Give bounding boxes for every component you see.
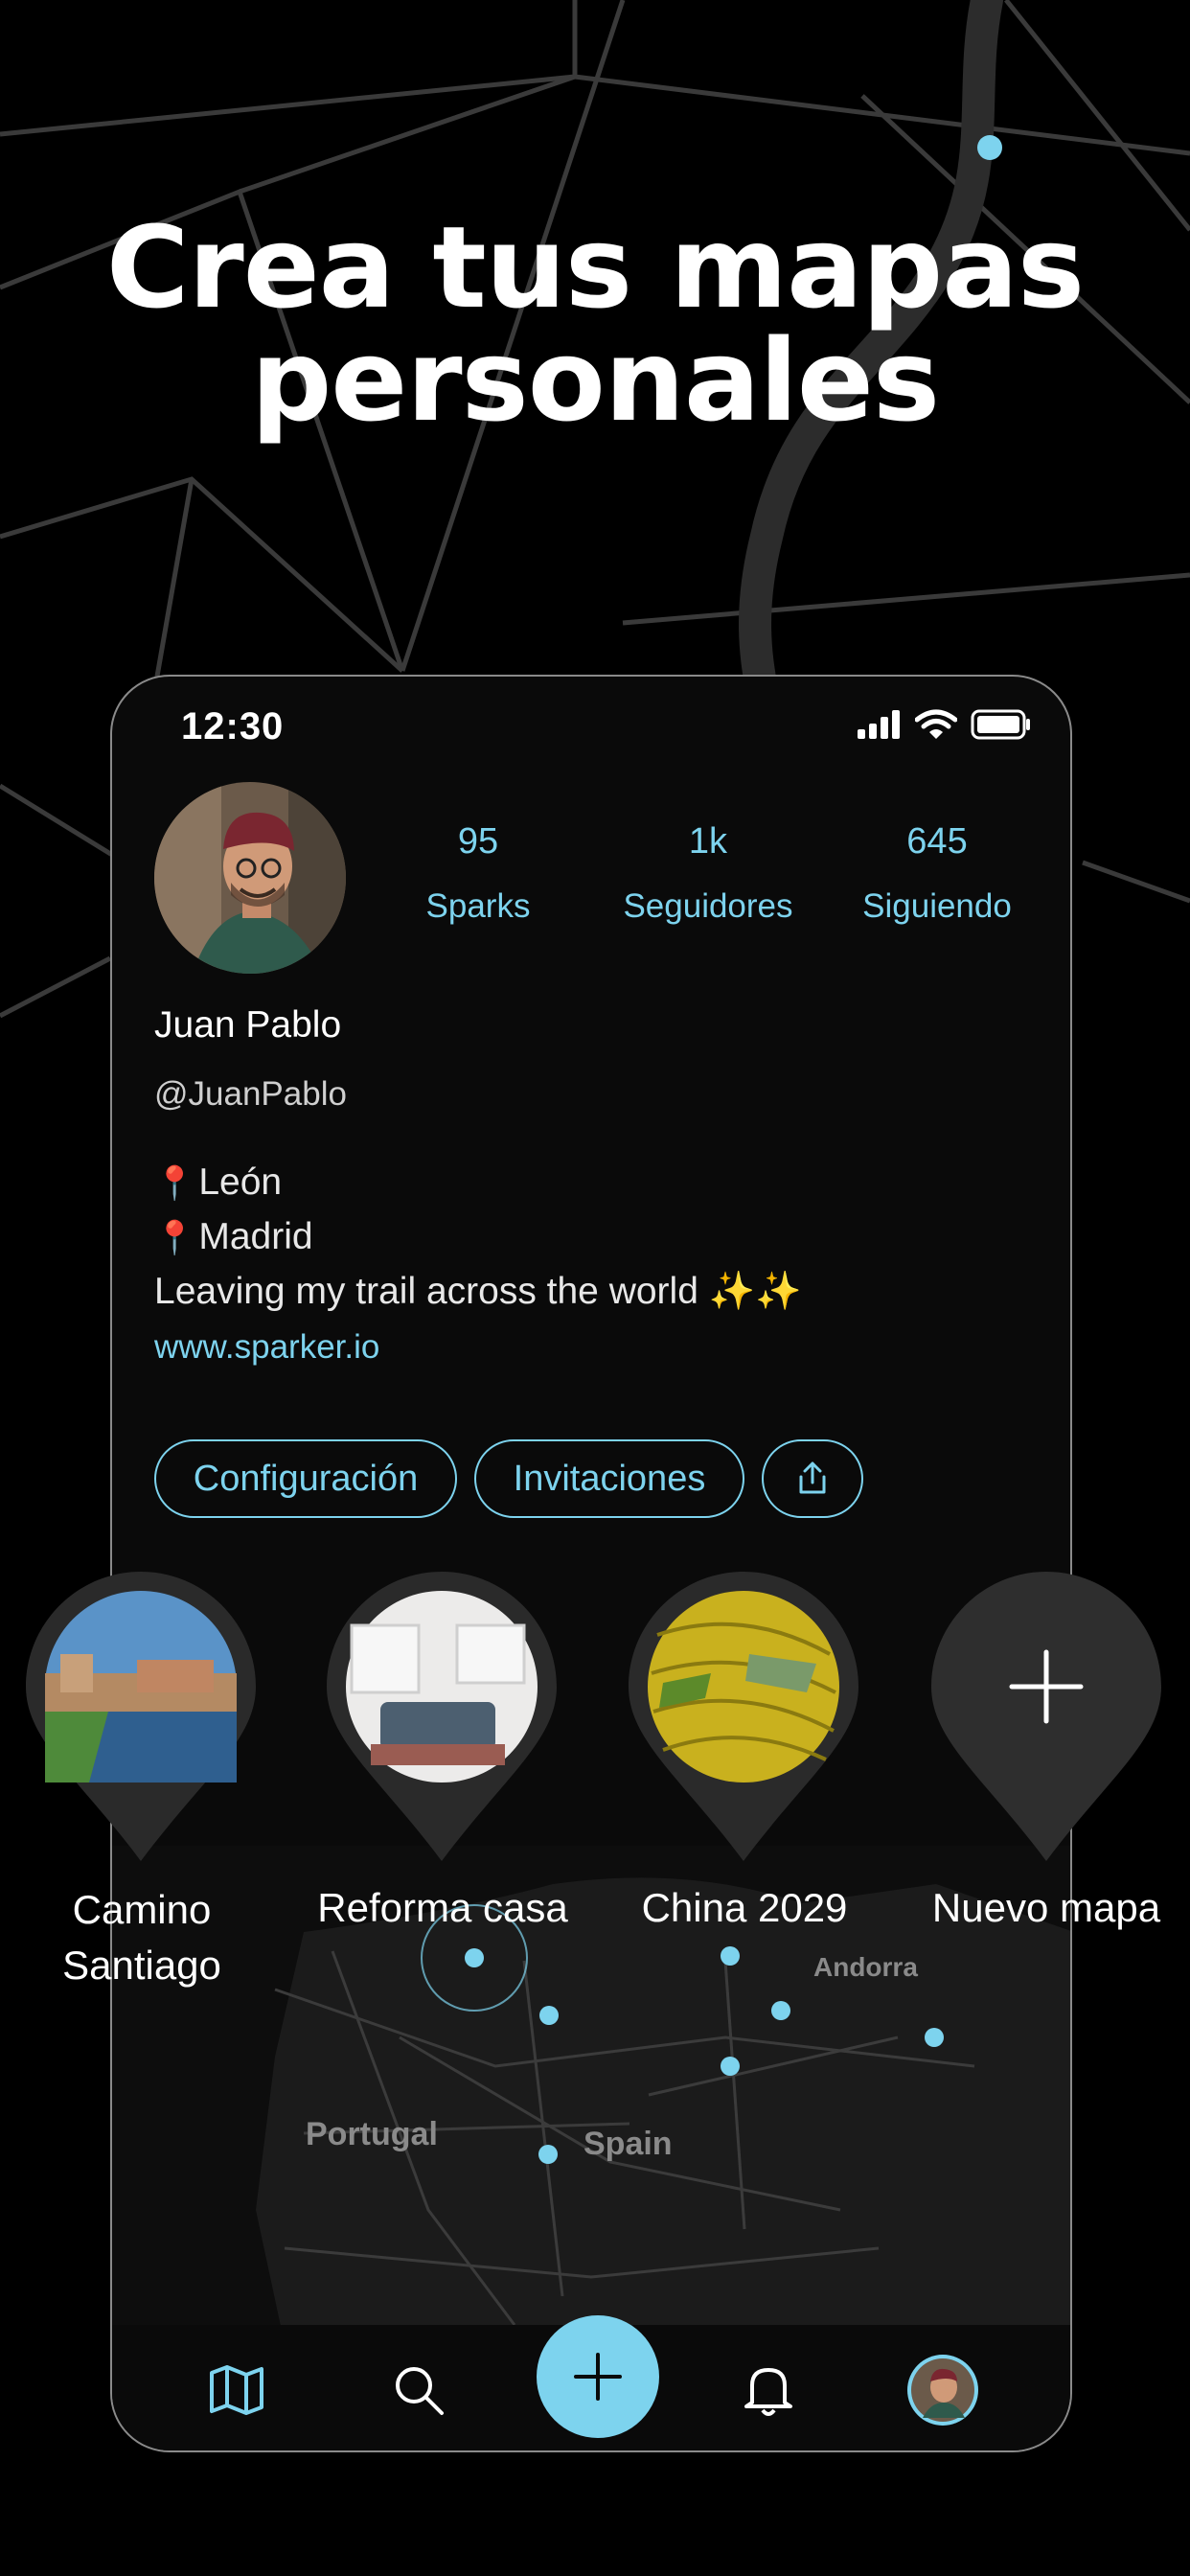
map-label-nuevo-mapa: Nuevo mapa — [931, 1885, 1161, 1930]
wifi-icon — [915, 709, 957, 739]
tab-profile[interactable] — [900, 2325, 986, 2450]
map-label-portugal: Portugal — [306, 2116, 438, 2152]
pin-icon: 📍 — [154, 1165, 195, 1202]
map-pin-camino-santiago[interactable] — [22, 1568, 260, 1865]
phone-frame: 12:30 95 Sparks 1k Seguidores 645 Siguie… — [110, 675, 1072, 2452]
invitations-button[interactable]: Invitaciones — [474, 1439, 744, 1518]
bell-icon — [744, 2367, 792, 2416]
profile-website-link[interactable]: www.sparker.io — [154, 1328, 379, 1367]
bio-line-1: León — [198, 1162, 283, 1203]
share-icon — [799, 1461, 826, 1494]
settings-button[interactable]: Configuración — [154, 1439, 457, 1518]
stat-followers[interactable]: 1k Seguidores — [584, 820, 833, 926]
map-label-camino-line-2: Santiago — [62, 1943, 221, 1988]
map-label-camino-santiago: Camino Santiago — [0, 1882, 286, 1993]
map-pin-nuevo-mapa[interactable] — [927, 1568, 1165, 1865]
map-pin-china-2029[interactable] — [625, 1568, 862, 1865]
profile-avatar[interactable] — [154, 782, 346, 974]
headline-line-1: Crea tus mapas — [105, 201, 1085, 334]
stat-following-label: Siguiendo — [862, 887, 1012, 925]
map-label-reforma-casa: Reforma casa — [317, 1885, 568, 1930]
plus-icon — [574, 2353, 622, 2401]
bio-line-2: Madrid — [198, 1216, 313, 1257]
tab-notifications[interactable] — [725, 2325, 812, 2450]
battery-icon — [971, 709, 1030, 740]
avatar — [907, 2354, 978, 2426]
headline-line-2: personales — [250, 314, 940, 447]
stat-followers-label: Seguidores — [623, 887, 793, 925]
stat-followers-value: 1k — [688, 821, 728, 862]
stat-following-value: 645 — [906, 821, 968, 862]
bio-line-3: Leaving my trail across the world ✨✨ — [154, 1271, 802, 1312]
bottom-tab-bar — [112, 2315, 1070, 2450]
profile-name: Juan Pablo — [154, 1004, 342, 1046]
map-label-spain: Spain — [584, 2126, 673, 2162]
map-label-china-2029: China 2029 — [641, 1885, 848, 1930]
stat-sparks[interactable]: 95 Sparks — [354, 820, 603, 926]
stat-sparks-value: 95 — [457, 821, 499, 862]
profile-bio: 📍 León 📍 Madrid Leaving my trail across th… — [154, 1156, 802, 1318]
create-button[interactable] — [537, 2315, 659, 2438]
share-button[interactable] — [762, 1439, 863, 1518]
tab-map[interactable] — [194, 2325, 280, 2450]
tab-search[interactable] — [376, 2325, 462, 2450]
map-label-camino-line-1: Camino — [72, 1887, 212, 1932]
profile-handle: @JuanPablo — [154, 1075, 347, 1113]
pin-icon: 📍 — [154, 1220, 195, 1256]
map-pin-reforma-casa[interactable] — [323, 1568, 561, 1865]
stat-following[interactable]: 645 Siguiendo — [812, 820, 1062, 926]
status-time: 12:30 — [181, 705, 285, 748]
map-icon — [210, 2364, 263, 2415]
headline: Crea tus mapas personales — [0, 211, 1190, 437]
map-label-andorra: Andorra — [813, 1952, 918, 1982]
search-icon — [396, 2366, 444, 2415]
stat-sparks-label: Sparks — [425, 887, 531, 925]
status-icons — [856, 709, 1032, 740]
signal-icon — [858, 710, 900, 739]
